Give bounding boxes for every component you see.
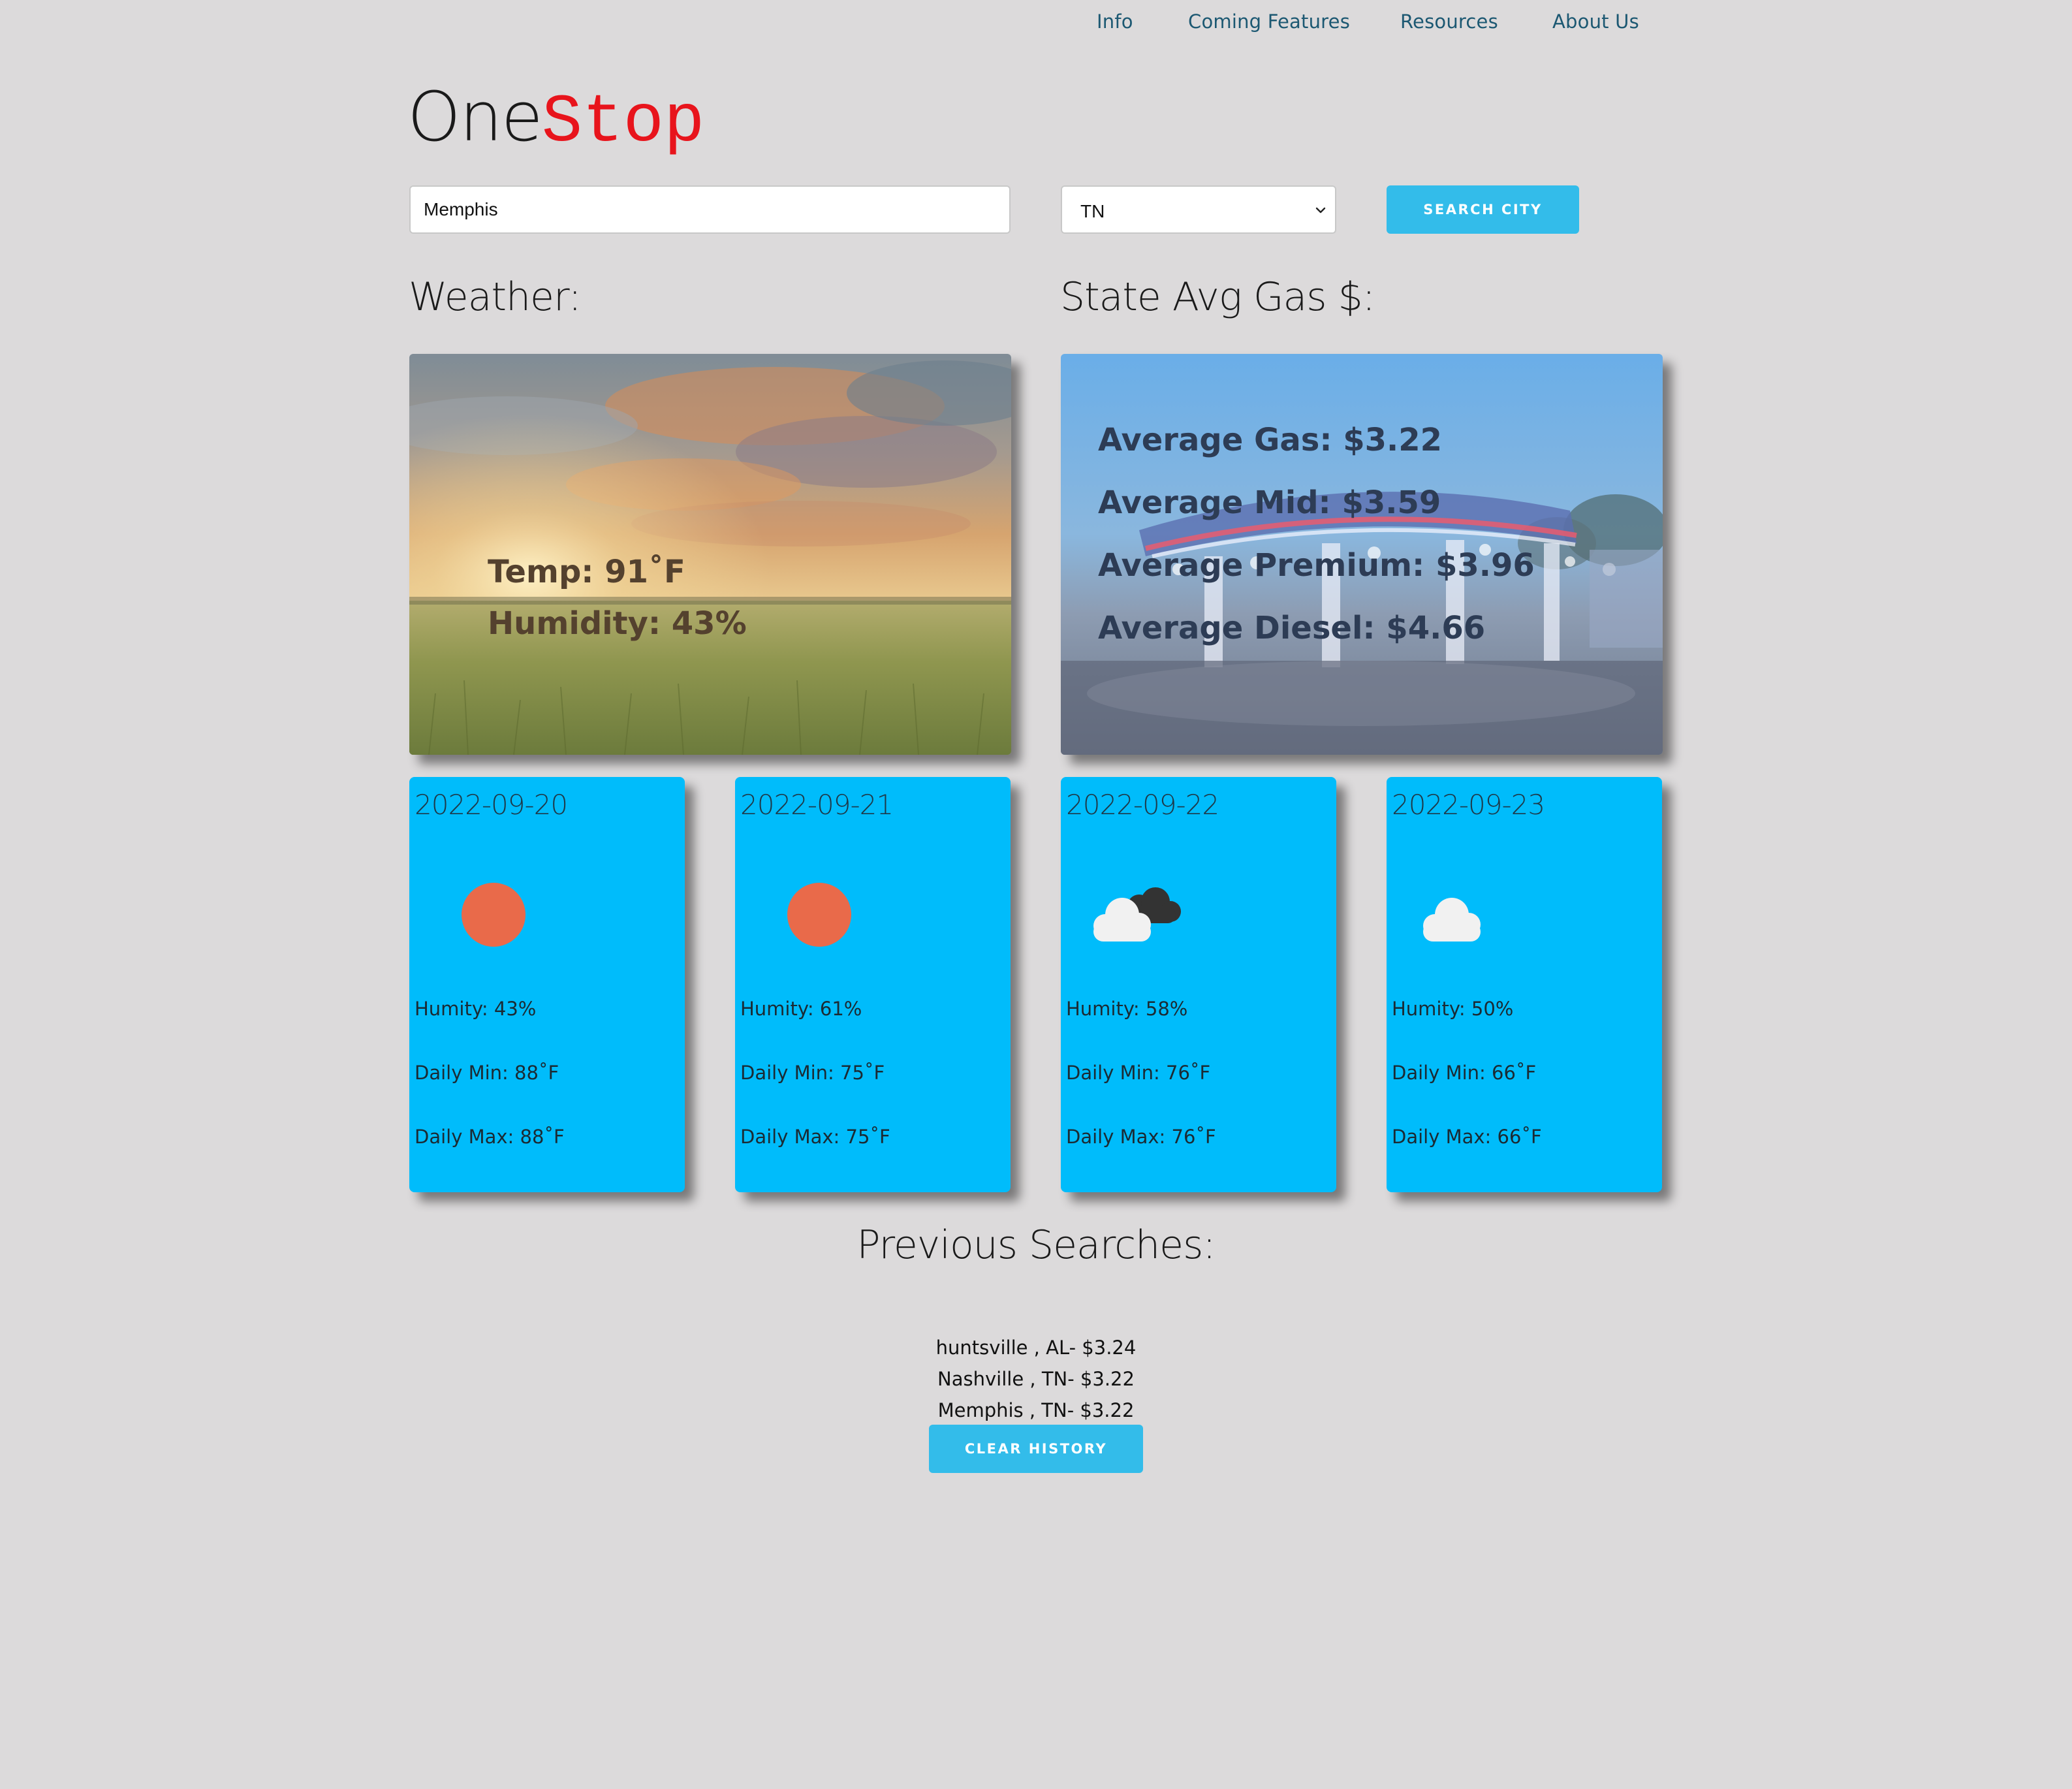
logo-text-one: One <box>407 77 543 157</box>
avg-gas-regular: Average Gas: $3.22 <box>1098 422 1443 458</box>
forecast-date: 2022-09-23 <box>1392 789 1545 821</box>
logo-text-stop: Stop <box>541 84 705 161</box>
nav-link-about-us[interactable]: About Us <box>1552 10 1639 33</box>
forecast-card: 2022-09-21 Humity: 61% Daily Min: 75˚F D… <box>735 777 1011 1192</box>
forecast-humidity: Humity: 50% <box>1392 998 1514 1020</box>
forecast-date: 2022-09-22 <box>1066 789 1219 821</box>
forecast-card: 2022-09-20 Humity: 43% Daily Min: 88˚F D… <box>409 777 685 1192</box>
dark-clouds-icon <box>1093 887 1181 942</box>
sun-icon <box>462 883 526 947</box>
forecast-card: 2022-09-22 Humity: 58% Daily Min: 76˚F D… <box>1061 777 1336 1192</box>
site-logo: OneStop <box>407 77 704 161</box>
forecast-max-temp: Daily Max: 75˚F <box>740 1126 890 1148</box>
forecast-min-temp: Daily Min: 76˚F <box>1066 1062 1211 1084</box>
forecast-max-temp: Daily Max: 66˚F <box>1392 1126 1542 1148</box>
nav-link-coming-features[interactable]: Coming Features <box>1188 10 1350 33</box>
gas-heading: State Avg Gas $: <box>1060 274 1375 320</box>
history-item[interactable]: Memphis , TN- $3.22 <box>0 1395 2072 1426</box>
state-select[interactable]: TN <box>1061 185 1336 234</box>
history-item[interactable]: Nashville , TN- $3.22 <box>0 1363 2072 1395</box>
forecast-humidity: Humity: 43% <box>415 998 537 1020</box>
clear-history-button[interactable]: CLEAR HISTORY <box>929 1425 1143 1473</box>
forecast-humidity: Humity: 58% <box>1066 998 1188 1020</box>
forecast-humidity: Humity: 61% <box>740 998 862 1020</box>
current-humidity: Humidity: 43% <box>488 605 747 642</box>
avg-gas-diesel: Average Diesel: $4.66 <box>1098 610 1486 646</box>
city-search-input[interactable] <box>409 185 1011 234</box>
forecast-max-temp: Daily Max: 76˚F <box>1066 1126 1216 1148</box>
sun-icon <box>787 883 851 947</box>
previous-searches-heading: Previous Searches: <box>856 1222 1216 1268</box>
current-temp: Temp: 91˚F <box>488 554 685 590</box>
nav-link-info[interactable]: Info <box>1097 10 1133 33</box>
nav-link-resources[interactable]: Resources <box>1400 10 1498 33</box>
avg-gas-mid: Average Mid: $3.59 <box>1098 484 1441 521</box>
forecast-date: 2022-09-20 <box>415 789 568 821</box>
forecast-min-temp: Daily Min: 66˚F <box>1392 1062 1537 1084</box>
cloud-icon <box>1423 898 1481 942</box>
forecast-max-temp: Daily Max: 88˚F <box>415 1126 565 1148</box>
gas-prices-card: Average Gas: $3.22 Average Mid: $3.59 Av… <box>1061 354 1663 755</box>
forecast-min-temp: Daily Min: 75˚F <box>740 1062 885 1084</box>
forecast-date: 2022-09-21 <box>740 789 894 821</box>
forecast-card: 2022-09-23 Humity: 50% Daily Min: 66˚F D… <box>1387 777 1662 1192</box>
history-item[interactable]: huntsville , AL- $3.24 <box>0 1332 2072 1363</box>
top-nav: Info Coming Features Resources About Us <box>0 10 2072 39</box>
current-weather-card: Temp: 91˚F Humidity: 43% <box>409 354 1011 755</box>
search-history-list: huntsville , AL- $3.24 Nashville , TN- $… <box>0 1332 2072 1426</box>
avg-gas-premium: Average Premium: $3.96 <box>1098 547 1535 584</box>
weather-heading: Weather: <box>409 274 582 320</box>
state-select-value: TN <box>1080 201 1105 221</box>
forecast-min-temp: Daily Min: 88˚F <box>415 1062 559 1084</box>
search-city-button[interactable]: SEARCH CITY <box>1387 185 1579 234</box>
chevron-down-icon <box>1315 207 1326 214</box>
